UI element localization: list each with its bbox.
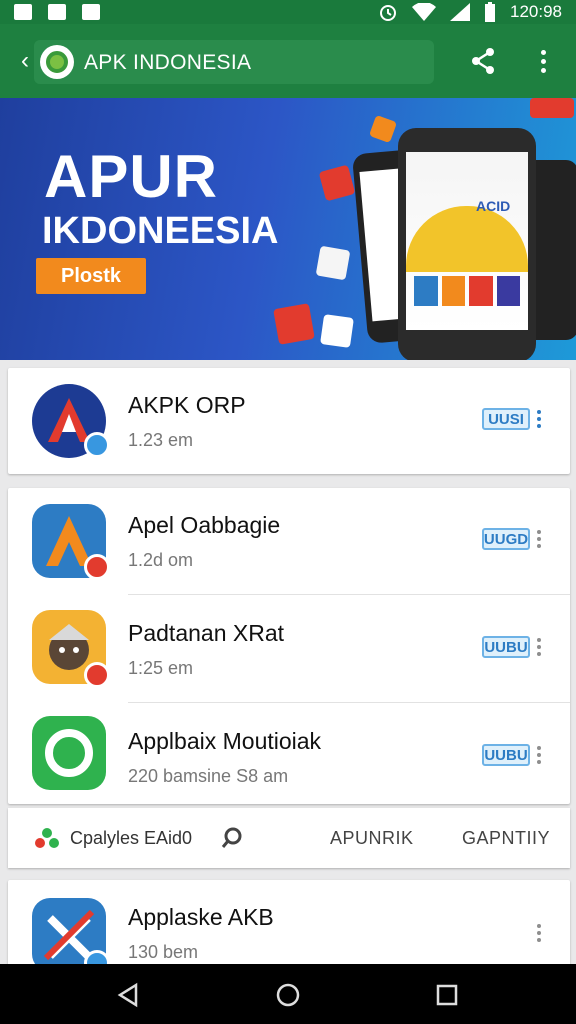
app-name: Applbaix Moutioiak	[128, 728, 322, 754]
floating-app-tile	[318, 164, 356, 202]
install-button[interactable]: UUBU	[482, 744, 530, 766]
app-size: 220 bamsine S8 am	[128, 766, 289, 786]
more-vert-icon[interactable]	[534, 634, 544, 660]
app-title: APK INDONESIA	[84, 51, 252, 74]
alarm-icon	[380, 5, 396, 21]
banner-button[interactable]: Plostk	[36, 258, 146, 294]
app-size: 1.23 em	[128, 430, 194, 450]
floating-app-tile	[315, 245, 351, 281]
image-icon	[48, 4, 66, 20]
more-vert-icon[interactable]	[534, 742, 544, 768]
navigation-bar	[0, 964, 576, 1024]
app-size: 1.2d om	[128, 550, 194, 570]
install-button[interactable]: UUGD	[482, 528, 530, 550]
banner-subline: IKDONEESIA	[42, 210, 279, 252]
app-icon	[32, 716, 106, 790]
more-vert-icon[interactable]	[528, 46, 558, 76]
search-icon[interactable]	[220, 826, 244, 850]
promo-banner[interactable]: APUR IKDONEESIA Plostk ACID	[0, 98, 576, 360]
notification-icons	[14, 4, 100, 20]
home-nav-icon[interactable]	[275, 982, 301, 1008]
app-logo	[40, 45, 74, 79]
floating-app-tile	[320, 314, 354, 348]
category-icon	[35, 828, 59, 848]
phone-mockup-front: ACID	[398, 128, 536, 360]
category-bar: Cpalyles EAid0 APUNRIK GAPNTIIY	[8, 808, 570, 868]
app-bar: ‹ APK INDONESIA	[0, 24, 576, 98]
floating-app-tile	[368, 114, 398, 144]
app-name: Padtanan XRat	[128, 620, 285, 646]
share-icon[interactable]	[468, 46, 498, 76]
verified-badge-icon	[84, 432, 110, 458]
phone-screen-apps	[414, 276, 520, 306]
status-bar: 120:98	[0, 0, 576, 24]
app-size: 1:25 em	[128, 658, 194, 678]
badge-icon	[84, 554, 110, 580]
more-vert-icon[interactable]	[534, 526, 544, 552]
divider	[128, 702, 570, 703]
wifi-icon	[412, 3, 436, 21]
floating-app-tile	[273, 303, 315, 345]
app-name: Apel Oabbagie	[128, 512, 281, 538]
divider	[128, 594, 570, 595]
badge-icon	[84, 662, 110, 688]
battery-icon	[485, 2, 495, 22]
shield-icon	[82, 4, 100, 20]
install-button[interactable]: UUBU	[482, 636, 530, 658]
more-vert-icon[interactable]	[534, 406, 544, 432]
list-item[interactable]: Apel Oabbagie 1.2d om UUGD	[8, 488, 570, 596]
tab-2[interactable]: GAPNTIIY	[462, 828, 550, 849]
app-size: 130 bem	[128, 942, 199, 962]
app-list-card: Apel Oabbagie 1.2d om UUGD Padtanan XRat…	[8, 488, 570, 804]
list-item[interactable]: Applaske AKB 130 bem	[8, 880, 570, 970]
more-vert-icon[interactable]	[534, 920, 544, 946]
app-name: AKPK ORP	[128, 392, 246, 418]
app-name: Applaske AKB	[128, 904, 274, 930]
clock: 120:98	[510, 2, 562, 21]
list-item[interactable]: Padtanan XRat 1:25 em UUBU	[8, 596, 570, 704]
tab-1[interactable]: APUNRIK	[330, 828, 414, 849]
system-icons: 120:98	[378, 2, 562, 22]
category-label[interactable]: Cpalyles EAid0	[70, 828, 192, 849]
notification-icon	[14, 4, 32, 20]
floating-app-tile	[530, 98, 574, 118]
signal-icon	[450, 3, 470, 21]
install-button[interactable]: UUSI	[482, 408, 530, 430]
banner-headline: APUR	[44, 143, 219, 210]
list-item[interactable]: Applbaix Moutioiak 220 bamsine S8 am UUB…	[8, 704, 570, 812]
app-list-card-2: Applaske AKB 130 bem	[8, 880, 570, 970]
back-nav-icon[interactable]	[116, 982, 142, 1008]
recents-nav-icon[interactable]	[435, 983, 459, 1007]
phone-screen-label: ACID	[476, 198, 511, 214]
featured-app-card[interactable]: AKPK ORP 1.23 em UUSI	[8, 368, 570, 474]
